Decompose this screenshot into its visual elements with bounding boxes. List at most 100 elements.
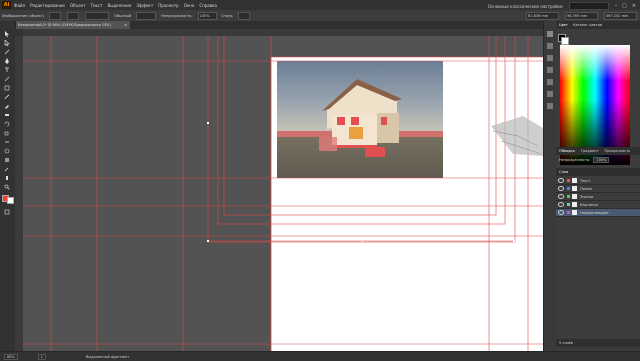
help-search-input[interactable] bbox=[568, 2, 609, 10]
swatches-panel-icon[interactable] bbox=[547, 43, 553, 49]
opacity-field[interactable]: 100% bbox=[197, 11, 217, 20]
close-window-icon[interactable]: × bbox=[632, 3, 636, 9]
menu-type[interactable]: Текст bbox=[91, 3, 103, 8]
layer-name[interactable]: Значки bbox=[580, 195, 593, 199]
layer-name[interactable]: Направляющие bbox=[580, 211, 609, 215]
visibility-eye-icon[interactable] bbox=[558, 194, 564, 199]
workspace-switcher[interactable]: Основные классические настройки bbox=[488, 4, 563, 9]
fill-swatch[interactable] bbox=[67, 11, 80, 20]
opacity-label: Непрозрачность: bbox=[161, 13, 193, 18]
layer-name[interactable]: Линии bbox=[580, 187, 592, 191]
app-logo: Ai bbox=[2, 1, 11, 9]
ruler-corner bbox=[15, 29, 23, 36]
layer-color-chip bbox=[567, 187, 570, 190]
document-tab-label: Безымянный-1* @ 66% (CMYK/Предпросмотр G… bbox=[18, 23, 111, 27]
pen-tool-icon[interactable] bbox=[4, 58, 10, 64]
style-select[interactable] bbox=[237, 11, 250, 20]
stroke-panel-icon[interactable] bbox=[547, 79, 553, 85]
symbols-panel-icon[interactable] bbox=[547, 67, 553, 73]
visibility-eye-icon[interactable] bbox=[558, 178, 564, 183]
menu-view[interactable]: Просмотр bbox=[158, 3, 179, 8]
w-field[interactable]: 567,252 mm bbox=[604, 11, 637, 20]
layer-thumbnail bbox=[572, 210, 577, 215]
document-tab-bar: Безымянный-1* @ 66% (CMYK/Предпросмотр G… bbox=[15, 21, 543, 29]
gradient-panel-icon[interactable] bbox=[547, 91, 553, 97]
visibility-eye-icon[interactable] bbox=[558, 186, 564, 191]
hand-tool-icon[interactable] bbox=[4, 175, 10, 181]
y-field[interactable]: 98,395 mm bbox=[565, 11, 598, 20]
tab-color-guide[interactable]: Каталог цветов bbox=[573, 23, 602, 27]
close-tab-icon[interactable]: × bbox=[124, 21, 127, 29]
document-tab[interactable]: Безымянный-1* @ 66% (CMYK/Предпросмотр G… bbox=[15, 21, 130, 29]
layer-thumbnail bbox=[572, 178, 577, 183]
menu-bar: Ai Файл Редактирование Объект Текст Выде… bbox=[0, 0, 640, 10]
style-label: Стиль bbox=[221, 13, 233, 18]
brush-select[interactable] bbox=[136, 11, 157, 20]
scale-tool-icon[interactable] bbox=[4, 130, 10, 136]
brush-tool-icon[interactable] bbox=[4, 94, 10, 100]
menu-select[interactable]: Выделение bbox=[107, 3, 131, 8]
tab-stroke[interactable]: Обводка bbox=[559, 149, 575, 153]
selection-tool-icon[interactable] bbox=[4, 31, 10, 37]
menu-object[interactable]: Объект bbox=[70, 3, 86, 8]
screen-mode-icon[interactable] bbox=[4, 209, 10, 215]
gradient-tool-icon[interactable] bbox=[4, 157, 10, 163]
appearance-tabs: Обводка Градиент Прозрачность bbox=[556, 147, 640, 155]
panel-icon-strip bbox=[543, 21, 556, 351]
width-tool-icon[interactable] bbox=[4, 139, 10, 145]
zoom-field[interactable]: 66% bbox=[4, 353, 18, 360]
layer-name[interactable]: Текст bbox=[580, 179, 590, 183]
stroke-weight-field[interactable] bbox=[85, 11, 110, 20]
layer-thumbnail bbox=[572, 186, 577, 191]
menu-file[interactable]: Файл bbox=[14, 3, 25, 8]
layer-color-chip bbox=[567, 195, 570, 198]
mode-label: Обычный bbox=[114, 13, 132, 18]
rectangle-tool-icon[interactable] bbox=[4, 85, 10, 91]
direct-selection-tool-icon[interactable] bbox=[4, 40, 10, 46]
rotate-tool-icon[interactable] bbox=[4, 121, 10, 127]
menu-edit[interactable]: Редактирование bbox=[30, 3, 65, 8]
tab-gradient[interactable]: Градиент bbox=[581, 149, 599, 153]
eraser-tool-icon[interactable] bbox=[4, 112, 10, 118]
layer-row[interactable]: Значки bbox=[556, 193, 640, 201]
layer-color-chip bbox=[567, 203, 570, 206]
stroke-color-swatch[interactable] bbox=[7, 197, 14, 204]
right-panels: Цвет Каталог цветов Обводка Градиент Про… bbox=[556, 21, 640, 351]
pencil-tool-icon[interactable] bbox=[4, 103, 10, 109]
stroke-swatch[interactable] bbox=[49, 11, 62, 20]
layers-count: 5 слоёв bbox=[556, 339, 640, 347]
layer-color-chip bbox=[567, 211, 570, 214]
layer-thumbnail bbox=[572, 202, 577, 207]
transparency-opacity-field[interactable]: 100% bbox=[593, 157, 610, 163]
canvas[interactable] bbox=[23, 36, 543, 351]
visibility-eye-icon[interactable] bbox=[558, 210, 564, 215]
menu-effect[interactable]: Эффект bbox=[136, 3, 153, 8]
fill-swatch-large[interactable] bbox=[561, 37, 569, 45]
layer-row[interactable]: Текст bbox=[556, 177, 640, 185]
color-panel-icon[interactable] bbox=[547, 31, 553, 37]
tab-transparency[interactable]: Прозрачность bbox=[604, 149, 630, 153]
layer-thumbnail bbox=[572, 194, 577, 199]
type-tool-icon[interactable] bbox=[4, 67, 10, 73]
transparency-row: Непрозрачность: 100% bbox=[559, 157, 610, 163]
tab-color[interactable]: Цвет bbox=[559, 23, 568, 27]
line-tool-icon[interactable] bbox=[4, 76, 10, 82]
minimize-icon[interactable]: – bbox=[615, 3, 618, 9]
shape-builder-icon[interactable] bbox=[4, 148, 10, 154]
layer-row-selected[interactable]: Направляющие bbox=[556, 209, 640, 217]
visibility-eye-icon[interactable] bbox=[558, 202, 564, 207]
eyedropper-icon[interactable] bbox=[4, 166, 10, 172]
transparency-panel-icon[interactable] bbox=[547, 103, 553, 109]
layer-row[interactable]: Линии bbox=[556, 185, 640, 193]
layer-row[interactable]: Картинки bbox=[556, 201, 640, 209]
x-field[interactable]: 81,836 mm bbox=[526, 11, 559, 20]
layer-name[interactable]: Картинки bbox=[580, 203, 598, 207]
artboard-number-field[interactable]: 1 bbox=[37, 353, 47, 360]
layers-panel-title: Слои bbox=[556, 168, 640, 176]
menu-window[interactable]: Окно bbox=[184, 3, 195, 8]
maximize-icon[interactable]: □ bbox=[622, 3, 627, 9]
zoom-tool-icon[interactable] bbox=[4, 184, 10, 190]
brushes-panel-icon[interactable] bbox=[547, 55, 553, 61]
menu-help[interactable]: Справка bbox=[199, 3, 217, 8]
magic-wand-icon[interactable] bbox=[4, 49, 10, 55]
